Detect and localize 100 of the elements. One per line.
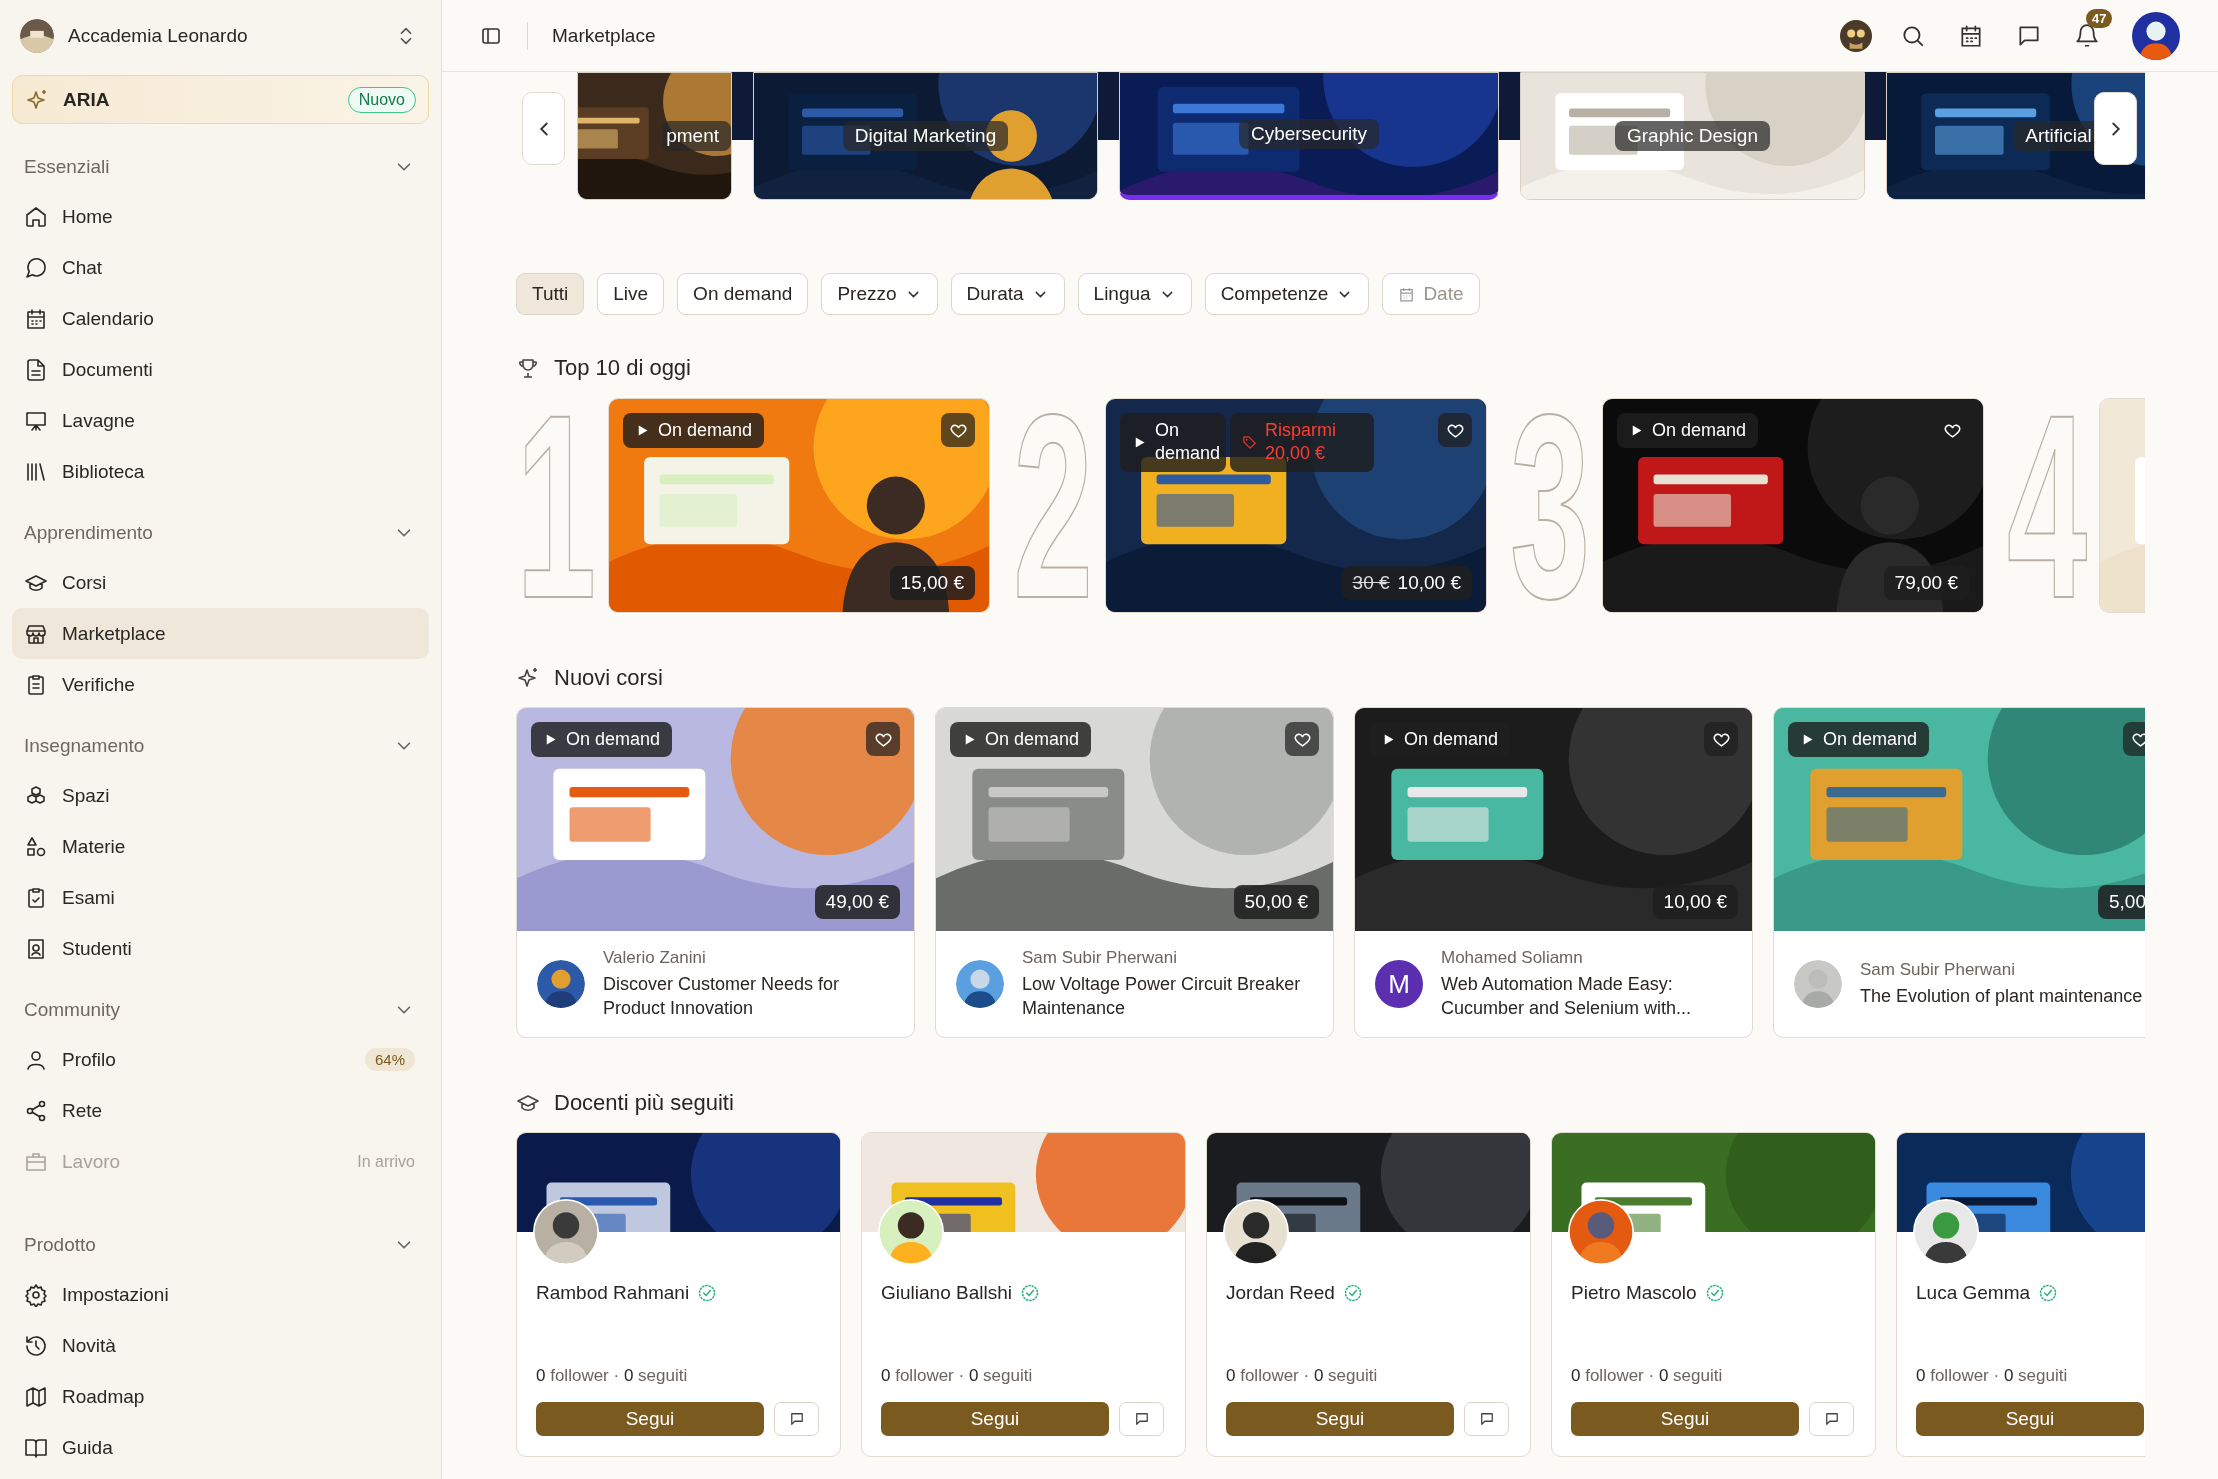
- sidebar-item[interactable]: Studenti: [12, 923, 429, 974]
- category-card[interactable]: Graphic Design: [1520, 72, 1865, 200]
- follower-stats: 0 follower · 0 seguiti: [1571, 1366, 1724, 1386]
- workspace-logo: [20, 19, 54, 53]
- course-title: Low Voltage Power Circuit Breaker Maintenance: [1022, 972, 1302, 1020]
- filter-dropdown[interactable]: Prezzo: [821, 273, 938, 315]
- coming-soon-label: In arrivo: [357, 1152, 415, 1171]
- course-card[interactable]: On demand 15,00 €: [608, 398, 990, 613]
- on-demand-badge: On demand: [950, 722, 1092, 758]
- sidebar-item[interactable]: Home: [12, 191, 429, 242]
- category-card[interactable]: pment: [577, 72, 732, 200]
- price: 79,00 €: [1894, 572, 1958, 594]
- section-header[interactable]: Insegnamento: [12, 726, 429, 766]
- sidebar-item[interactable]: Impostazioni: [12, 1269, 429, 1320]
- section-header[interactable]: Essenziali: [12, 147, 429, 187]
- section-title: Top 10 di oggi: [554, 355, 691, 381]
- price: 5,00: [2109, 891, 2145, 913]
- category-label: Digital Marketing: [842, 121, 1009, 151]
- favorite-button[interactable]: [1285, 722, 1319, 756]
- assistant-avatar-icon[interactable]: [1840, 19, 1872, 52]
- avatar: M: [1375, 960, 1423, 1008]
- shapes-icon: [24, 834, 48, 859]
- category-card[interactable]: Cybersecurity: [1119, 72, 1499, 200]
- sidebar-item[interactable]: Documenti: [12, 344, 429, 395]
- aria-button[interactable]: ARIA Nuovo: [12, 75, 429, 124]
- message-button[interactable]: [1464, 1402, 1509, 1436]
- message-button[interactable]: [1809, 1402, 1854, 1436]
- author-name: Valerio Zanini: [603, 947, 707, 968]
- filter-chip[interactable]: Tutti: [516, 273, 585, 315]
- teacher-name[interactable]: Jordan Reed: [1226, 1282, 1335, 1304]
- teacher-name[interactable]: Giuliano Ballshi: [881, 1282, 1012, 1304]
- rank-number: 4: [2007, 401, 2088, 613]
- teacher-name[interactable]: Rambod Rahmani: [536, 1282, 690, 1304]
- sidebar-item[interactable]: Chat: [12, 242, 429, 293]
- course-title: Discover Customer Needs for Product Innovation: [603, 972, 841, 1020]
- teacher-name[interactable]: Pietro Mascolo: [1571, 1282, 1697, 1304]
- sidebar-item[interactable]: Profilo 64%: [12, 1034, 429, 1085]
- home-icon: [24, 204, 48, 229]
- follower-stats: 0 follower · 0 seguiti: [1226, 1366, 1379, 1386]
- section-header[interactable]: Prodotto: [12, 1225, 429, 1265]
- sidebar-item[interactable]: Lavagne: [12, 395, 429, 446]
- on-demand-badge: On demand: [1617, 413, 1759, 449]
- filter-dropdown[interactable]: Competenze: [1204, 273, 1370, 315]
- filter-dropdown[interactable]: Lingua: [1077, 273, 1192, 315]
- filter-chip[interactable]: On demand: [677, 273, 809, 315]
- section-title: Docenti più seguiti: [554, 1090, 734, 1116]
- sidebar-item[interactable]: Calendario: [12, 293, 429, 344]
- section-header[interactable]: Apprendimento: [12, 513, 429, 553]
- sidebar-item[interactable]: Corsi: [12, 557, 429, 608]
- follow-button[interactable]: Segui: [881, 1402, 1109, 1436]
- calendar-icon[interactable]: [1958, 22, 1984, 49]
- category-card[interactable]: Artificial: [1886, 72, 2145, 200]
- sidebar-item[interactable]: Materie: [12, 821, 429, 872]
- sidebar-item[interactable]: Verifiche: [12, 659, 429, 710]
- price: 10,00 €: [1663, 891, 1727, 913]
- sidebar-item[interactable]: Spazi: [12, 770, 429, 821]
- sidebar-item[interactable]: Marketplace: [12, 608, 429, 659]
- favorite-button[interactable]: [1704, 722, 1738, 756]
- course-card[interactable]: On demand 79,00 €: [1602, 398, 1984, 613]
- sidebar-item[interactable]: Esami: [12, 872, 429, 923]
- bell-icon[interactable]: [2074, 22, 2100, 49]
- course-card[interactable]: On demand 5,00 Sam Subir Pherwani The Evolution of plant maintenance: [1773, 707, 2145, 1038]
- sparkle-icon: [516, 666, 540, 690]
- sidebar-item[interactable]: Roadmap: [12, 1371, 429, 1422]
- favorite-button[interactable]: [941, 413, 975, 447]
- section-title: Nuovi corsi: [554, 665, 663, 691]
- message-button[interactable]: [774, 1402, 819, 1436]
- favorite-button[interactable]: [1438, 413, 1472, 447]
- course-card[interactable]: On demand 49,00 € Valerio Zanini Discover Customer Needs for Product Innovation: [516, 707, 915, 1038]
- sidebar-item[interactable]: Biblioteca: [12, 446, 429, 497]
- follow-button[interactable]: Segui: [536, 1402, 764, 1436]
- course-card[interactable]: On demand Risparmi 20,00 € 30 € 10,00 €: [1105, 398, 1487, 613]
- message-button[interactable]: [1119, 1402, 1164, 1436]
- workspace-name[interactable]: Accademia Leonardo: [68, 25, 381, 47]
- sidebar-item[interactable]: Rete: [12, 1085, 429, 1136]
- old-price: 30 €: [1352, 572, 1390, 594]
- history-icon: [24, 1333, 48, 1358]
- section-header[interactable]: Community: [12, 990, 429, 1030]
- page-title: Marketplace: [552, 24, 656, 47]
- filter-chip[interactable]: Live: [597, 273, 665, 315]
- follow-button[interactable]: Segui: [1226, 1402, 1454, 1436]
- trophy-icon: [516, 356, 540, 380]
- follow-button[interactable]: Segui: [1916, 1402, 2144, 1436]
- filter-dropdown[interactable]: Durata: [950, 273, 1065, 315]
- category-label: Graphic Design: [1615, 121, 1770, 151]
- teacher-name[interactable]: Luca Gemma: [1916, 1282, 2031, 1304]
- sidebar-item[interactable]: Guida: [12, 1422, 429, 1473]
- category-label: Cybersecurity: [1238, 119, 1380, 149]
- discount-badge: Risparmi 20,00 €: [1230, 413, 1374, 472]
- course-card[interactable]: On demand 50,00 € Sam Subir Pherwani Low Voltage Power Circuit Breaker Maintenance: [935, 707, 1334, 1038]
- next-button[interactable]: [2094, 92, 2137, 165]
- favorite-button[interactable]: [866, 722, 900, 756]
- map-icon: [24, 1384, 48, 1409]
- sidebar-item[interactable]: Novità: [12, 1320, 429, 1371]
- course-card[interactable]: On demand 10,00 € M Mohamed Soliamn Web Automation Made Easy: Cucumber and Selenium with...: [1354, 707, 1753, 1038]
- follow-button[interactable]: Segui: [1571, 1402, 1799, 1436]
- rank-number: 3: [1510, 401, 1591, 613]
- progress-badge: 64%: [364, 1048, 415, 1071]
- chat-icon: [24, 255, 48, 280]
- category-card[interactable]: Digital Marketing: [753, 72, 1098, 200]
